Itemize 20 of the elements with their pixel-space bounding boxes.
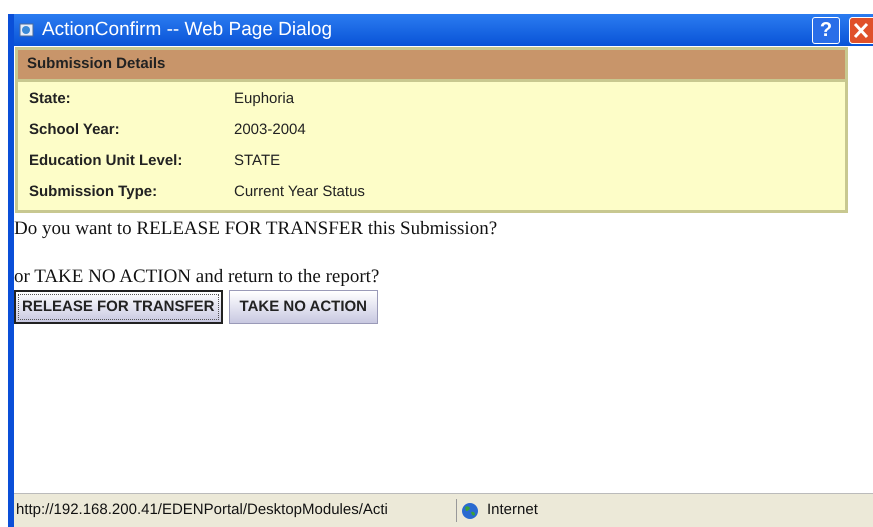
globe-icon [461,502,479,520]
help-button[interactable]: ? [812,16,840,44]
status-url: http://192.168.200.41/EDENPortal/DesktopModules/Acti [14,499,457,522]
close-icon[interactable] [849,16,873,44]
alternative-text: or TAKE NO ACTION and return to the report? [14,265,380,289]
field-label: Education Unit Level: [29,151,184,172]
field-label: School Year: [29,120,121,140]
action-button[interactable]: RELEASE FOR TRANSFER [14,290,223,324]
field-value: STATE [234,151,280,172]
field-value: Euphoria [234,89,294,110]
field-label: Submission Type: [29,182,158,202]
status-zone: Internet [487,500,538,520]
page-icon [18,21,36,39]
field-label: State: [29,89,72,110]
question-text: Do you want to RELEASE FOR TRANSFER this Submission? [14,217,498,241]
panel-header: Submission Details [18,50,845,82]
action-button[interactable]: TAKE NO ACTION [228,290,378,324]
field-value: Current Year Status [234,182,365,202]
window-title: ActionConfirm -- Web Page Dialog [42,18,334,42]
field-value: 2003-2004 [234,120,306,140]
